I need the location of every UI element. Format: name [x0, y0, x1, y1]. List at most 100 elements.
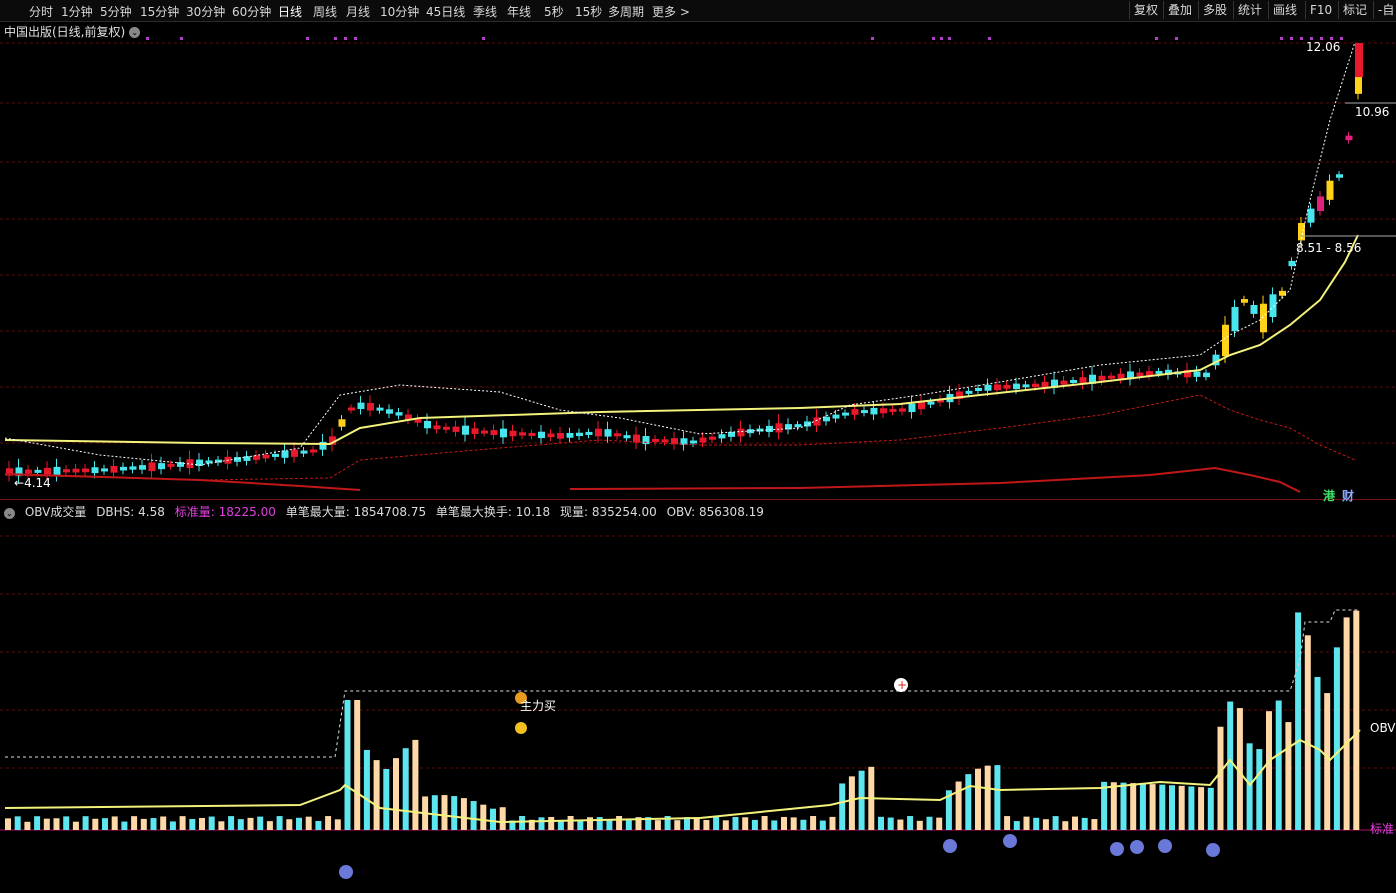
- vol-bar-128: [1246, 743, 1253, 830]
- vol-bar-55: [538, 817, 545, 830]
- candle-76: [728, 431, 735, 437]
- range-label: 8.51 - 8.56: [1296, 241, 1362, 255]
- candle-141: [1345, 135, 1353, 141]
- vol-bar-139: [1353, 610, 1360, 830]
- candle-3: [34, 469, 42, 473]
- candle-53: [509, 430, 517, 437]
- vol-bar-12: [121, 821, 128, 830]
- candle-89: [851, 409, 859, 415]
- vol-bar-33: [325, 816, 332, 830]
- vol-bar-126: [1227, 701, 1234, 830]
- candle-29: [281, 450, 289, 458]
- vol-bar-19: [189, 818, 196, 830]
- candle-32: [310, 449, 317, 453]
- gang-badge[interactable]: 港: [1323, 487, 1335, 504]
- candle-67: [642, 436, 650, 445]
- vol-bar-46: [451, 796, 458, 830]
- candle-26: [253, 455, 260, 460]
- vol-bar-134: [1304, 635, 1311, 830]
- vol-bar-16: [160, 816, 167, 830]
- candle-111: [1060, 380, 1068, 385]
- candle-81: [775, 423, 783, 433]
- vol-bar-81: [790, 817, 797, 830]
- vol-bar-82: [800, 819, 807, 830]
- vol-bar-96: [936, 817, 943, 830]
- marker-dot-12: [1155, 37, 1158, 40]
- candle-104: [994, 384, 1001, 391]
- candle-115: [1098, 375, 1106, 381]
- vol-bar-111: [1081, 817, 1088, 830]
- vol-bar-90: [878, 816, 884, 830]
- sad-face-icon-4: [1130, 840, 1144, 854]
- candle-27: [262, 454, 270, 459]
- vol-bar-21: [208, 816, 215, 830]
- vol-bar-135: [1314, 676, 1321, 830]
- vol-bar-115: [1120, 782, 1127, 830]
- std-right-label: 标准: [1370, 822, 1395, 836]
- vol-bar-3: [34, 816, 41, 830]
- vol-bar-136: [1324, 693, 1331, 830]
- vol-bar-107: [1042, 819, 1049, 830]
- vol-bar-39: [383, 768, 390, 830]
- candle-87: [832, 414, 840, 419]
- candle-13: [129, 466, 137, 470]
- candle-108: [1032, 383, 1039, 388]
- vol-bar-64: [625, 820, 632, 830]
- candle-46: [443, 426, 450, 430]
- sad-face-icon-3: [1110, 842, 1124, 856]
- vol-bar-37: [363, 749, 370, 830]
- candle-17: [167, 463, 175, 467]
- high-price-label: 12.06: [1306, 40, 1341, 54]
- vol-bar-77: [751, 819, 758, 830]
- vol-bar-14: [140, 818, 147, 830]
- candle-112: [1070, 380, 1077, 383]
- candle-77: [737, 428, 745, 437]
- vol-bar-138: [1343, 617, 1350, 830]
- vol-bar-137: [1333, 647, 1340, 830]
- sad-face-icon-6: [1206, 843, 1220, 857]
- vol-bar-119: [1159, 784, 1166, 830]
- candle-37: [357, 402, 365, 410]
- vol-bar-53: [519, 816, 526, 830]
- ma-line: [4, 234, 1359, 446]
- candle-44: [424, 420, 431, 429]
- vol-bar-13: [131, 816, 138, 830]
- vol-bar-118: [1149, 784, 1156, 830]
- vol-bar-32: [315, 821, 322, 830]
- marker-dot-7: [871, 37, 874, 40]
- marker-dot-8: [932, 37, 935, 40]
- vol-bar-85: [829, 816, 836, 830]
- vol-bar-129: [1256, 749, 1263, 830]
- vol-bar-24: [237, 819, 244, 830]
- vol-bar-124: [1207, 787, 1214, 830]
- candle-119: [1136, 372, 1144, 377]
- vol-bar-79: [771, 820, 778, 830]
- vol-bar-112: [1091, 819, 1098, 830]
- vol-bar-4: [43, 818, 50, 830]
- candle-top: [1355, 43, 1363, 77]
- candle-93: [889, 408, 897, 412]
- sad-face-icon-1: [943, 839, 957, 853]
- marker-dot-2: [306, 37, 309, 40]
- vol-bar-84: [819, 820, 826, 830]
- vol-bar-101: [984, 765, 991, 830]
- vol-bar-69: [674, 820, 681, 830]
- vol-bar-76: [742, 817, 749, 830]
- candle-11: [110, 465, 118, 473]
- vol-bar-131: [1275, 700, 1282, 830]
- vol-bar-5: [53, 818, 60, 830]
- chart-canvas[interactable]: +: [0, 0, 1396, 893]
- vol-bar-116: [1130, 783, 1137, 830]
- cai-badge[interactable]: 财: [1342, 487, 1354, 504]
- candle-74: [709, 436, 716, 440]
- vol-bar-130: [1266, 711, 1272, 830]
- vol-bar-22: [218, 821, 225, 830]
- vol-bar-75: [732, 817, 739, 830]
- red-line-b: [569, 466, 1301, 493]
- vol-bar-35: [344, 700, 351, 830]
- vol-bar-71: [693, 817, 700, 830]
- vol-bar-133: [1295, 612, 1302, 830]
- vol-bar-8: [82, 816, 89, 830]
- candle-131: [1250, 305, 1258, 314]
- candle-15: [148, 462, 156, 472]
